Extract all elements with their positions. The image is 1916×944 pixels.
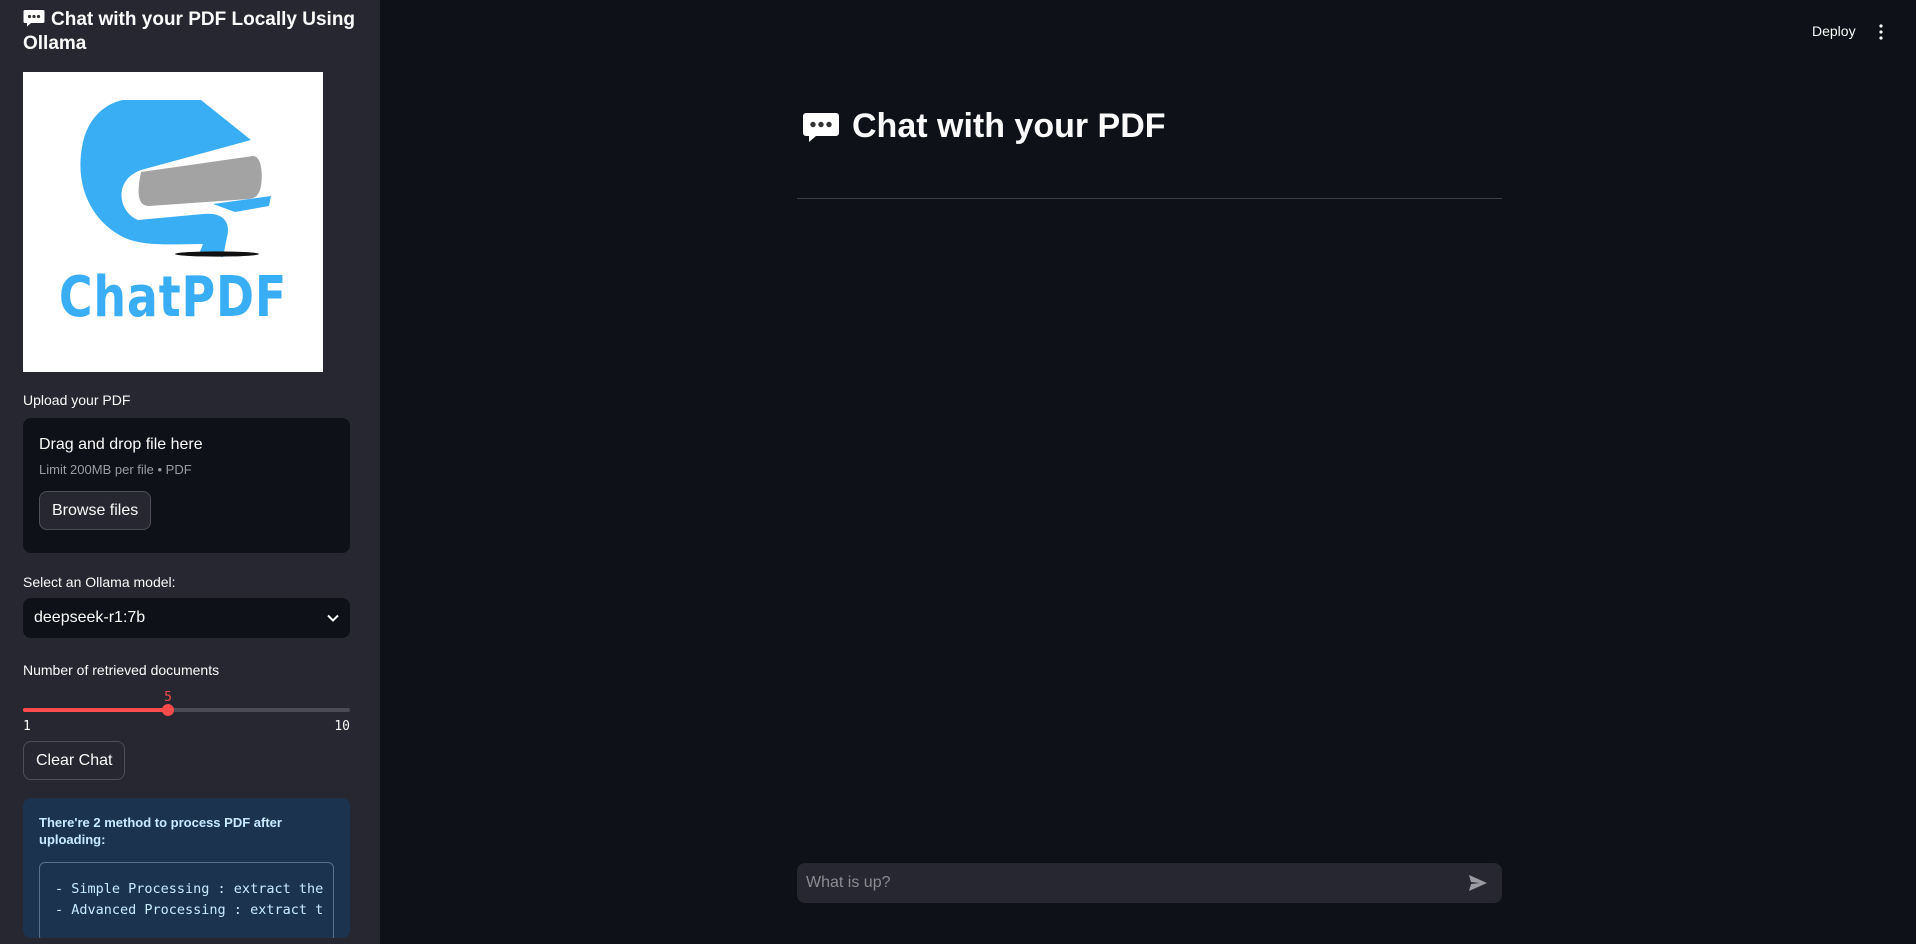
code-block: - Simple Processing : extract the - Adva… [39, 862, 334, 938]
slider-fill [23, 708, 168, 712]
slider-value: 5 [164, 690, 172, 705]
browse-files-button[interactable]: Browse files [39, 491, 152, 530]
vertical-dots-icon[interactable] [1879, 24, 1883, 40]
sidebar-title-text: Chat with your PDF Locally Using Ollama [23, 9, 356, 54]
chat-input-bar [797, 863, 1502, 903]
sidebar: Chat with your PDF Locally Using Ollama … [0, 0, 380, 944]
chatpdf-logo: ChatPDF [23, 72, 323, 372]
page-title-text: Chat with your PDF [852, 107, 1166, 145]
slider-label: Number of retrieved documents [23, 662, 220, 678]
dropzone-text: Drag and drop file here [39, 436, 203, 453]
chevron-down-icon [327, 614, 339, 622]
page-title: Chat with your PDF [802, 107, 1166, 146]
slider-thumb[interactable] [162, 704, 174, 716]
sidebar-title: Chat with your PDF Locally Using Ollama [23, 8, 357, 56]
documents-slider[interactable]: 5 1 10 [23, 688, 350, 736]
model-select[interactable]: deepseek-r1:7b [23, 598, 350, 638]
speech-bubble-icon [803, 112, 839, 142]
upload-label: Upload your PDF [23, 392, 131, 408]
divider [797, 198, 1502, 199]
model-select-label: Select an Ollama model: [23, 574, 176, 590]
logo-text: ChatPDF [58, 265, 288, 330]
deploy-button[interactable]: Deploy [1812, 23, 1856, 39]
model-select-value: deepseek-r1:7b [34, 609, 146, 626]
info-box: There're 2 method to process PDF after u… [23, 798, 350, 938]
speech-bubble-icon [23, 10, 45, 27]
clear-chat-button[interactable]: Clear Chat [23, 741, 126, 780]
dropzone-limit: Limit 200MB per file • PDF [39, 462, 192, 477]
file-dropzone[interactable]: Drag and drop file here Limit 200MB per … [23, 418, 350, 553]
slider-min: 1 [23, 719, 31, 734]
send-icon[interactable] [1468, 874, 1488, 892]
chat-input[interactable] [806, 874, 1446, 892]
info-text: There're 2 method to process PDF after u… [39, 815, 282, 847]
slider-max: 10 [334, 719, 350, 734]
